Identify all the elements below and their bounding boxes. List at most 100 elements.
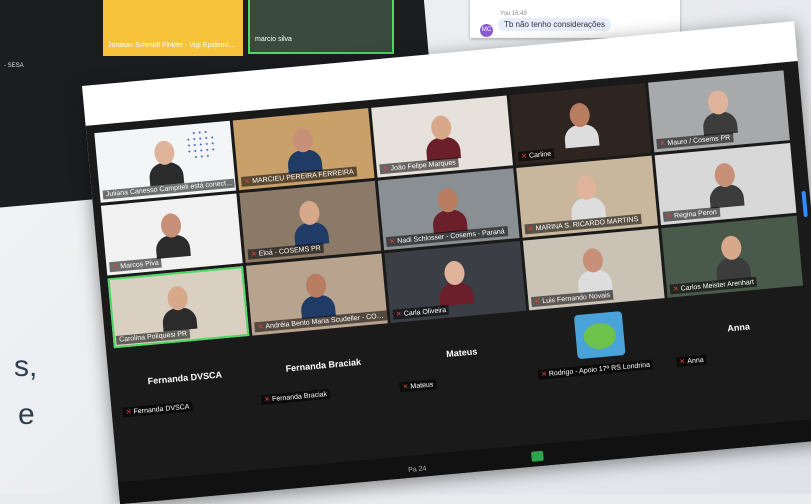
muted-mic-icon: ✕ [402, 383, 409, 392]
participant-tile[interactable]: ✕MARCIEU PEREIRA FERREIRA [232, 108, 375, 191]
participant-name-label: ✕Mauro / Cosems PR [656, 132, 734, 150]
zoom-screenshot-card: Juliana Canesso Campiteli está conect...… [82, 21, 811, 504]
participant-body [708, 183, 745, 209]
side-scroll-handle[interactable] [801, 190, 808, 218]
participant-display-name: Mateus [445, 346, 478, 360]
participant-video [707, 162, 745, 209]
participant-video [700, 89, 738, 136]
participant-name-label: ✕Eloá - COSEMS PR [247, 242, 325, 260]
toolbar-item[interactable]: Pa 24 [408, 465, 427, 474]
participant-name: Fernanda DVSCA [133, 403, 190, 416]
participant-body [438, 281, 475, 307]
muted-mic-icon: ✕ [534, 298, 541, 306]
participant-tile[interactable]: ✕Rodrigo - Apoio 17ª RS Londrina [529, 301, 672, 384]
participant-name: Rodrigo - Apoio 17ª RS Londrina [548, 361, 651, 378]
participant-body [154, 233, 191, 259]
muted-mic-icon: ✕ [665, 213, 673, 221]
avatar-figure-icon [582, 321, 617, 351]
participant-name-label: ✕Rodrigo - Apoio 17ª RS Londrina [537, 359, 654, 380]
muted-mic-icon: ✕ [527, 225, 535, 234]
muted-mic-icon: ✕ [112, 263, 119, 271]
participant-name-label: ✕Carla Oliveira [392, 304, 450, 320]
background-slide-text-1: s, [14, 350, 38, 383]
participant-display-name: Fernanda DVSCA [147, 369, 223, 387]
participant-tile[interactable]: ✕Carla Oliveira [384, 240, 527, 323]
participant-name-label: ✕Luis Fernando Novais [530, 289, 614, 308]
participant-video [575, 247, 613, 294]
muted-mic-icon: ✕ [540, 371, 548, 379]
participant-tile[interactable]: Mateus ✕Mateus [391, 313, 533, 396]
muted-mic-icon: ✕ [263, 396, 271, 404]
participant-body [161, 306, 198, 332]
participant-tile[interactable]: Anna ✕Anna [667, 288, 810, 371]
participant-name: Marcos Piva [120, 259, 160, 271]
participant-name-label: ✕Fernanda Braciak [260, 388, 331, 406]
background-slide-text-2: e [18, 398, 35, 431]
participant-video [568, 174, 607, 222]
participant-tile[interactable]: ✕Luis Fernando Novais [522, 228, 665, 311]
background-sesa-label: - SESA [4, 63, 24, 69]
participant-tile[interactable]: Carolina Poliquesi PR [107, 266, 250, 349]
participant-name-label: ✕Regina Peron [662, 206, 721, 222]
participant-name-label: ✕Anna [676, 354, 708, 368]
participant-video [430, 187, 468, 234]
participant-tile[interactable]: Juliana Canesso Campiteli está conect... [94, 120, 237, 203]
participant-body [148, 161, 185, 187]
participant-name: Carline [528, 150, 552, 160]
background-thumbnail-2 [248, 0, 394, 54]
muted-mic-icon: ✕ [382, 165, 389, 174]
chat-avatar: MC [480, 24, 493, 37]
chat-timestamp: You 16:49 [500, 11, 527, 17]
participant-tile[interactable]: ✕Carline [509, 82, 652, 165]
participant-tile[interactable]: Fernanda Braciak ✕Fernanda Braciak [252, 326, 395, 409]
participant-tile[interactable]: ✕Mauro / Cosems PR [648, 70, 790, 153]
participant-name-label: ✕Carlos Meister Arenhart [669, 276, 758, 295]
muted-mic-icon: ✕ [659, 140, 666, 148]
participant-name: Nadi Schlosser - Cosems - Paraná [396, 228, 505, 246]
participant-tile[interactable]: ✕Carlos Meister Arenhart [661, 215, 804, 298]
muted-mic-icon: ✕ [520, 152, 528, 161]
participant-name: Carlos Meister Arenhart [680, 278, 755, 293]
participant-tile[interactable]: Fernanda DVSCA ✕Fernanda DVSCA [114, 338, 256, 421]
chat-message: Tb não tenho considerações [498, 18, 611, 31]
participant-video [562, 102, 600, 149]
muted-mic-icon: ✕ [244, 178, 251, 186]
participant-name: Carolina Poliquesi PR [118, 330, 188, 344]
cosems-logo-icon [184, 128, 218, 161]
participant-video [160, 285, 198, 332]
participant-video [423, 114, 462, 162]
participant-video [291, 199, 330, 247]
participant-avatar-icon [573, 311, 626, 360]
muted-mic-icon: ✕ [672, 285, 680, 294]
participant-name: MARINA S. RICARDO MARTINS [535, 216, 639, 233]
participant-tile[interactable]: ✕Regina Peron [654, 143, 797, 226]
participant-display-name: Fernanda Braciak [285, 356, 362, 374]
participant-body [293, 221, 330, 247]
participant-tile[interactable]: ✕Marcos Piva [100, 193, 243, 276]
share-screen-icon[interactable] [531, 450, 544, 462]
participant-tile[interactable]: ✕Andréia Bento Maria Scudeller - COSE... [245, 253, 388, 336]
participant-name: Mateus [410, 381, 434, 391]
background-thumbnail-1-label: Jonatan Schmidt Finkler - Vigi Epidemi..… [108, 42, 234, 49]
participant-display-name: Anna [726, 321, 751, 334]
participant-video [153, 212, 191, 259]
participant-name-label: ✕Marcos Piva [109, 257, 163, 273]
participant-tile[interactable]: ✕João Felipe Marques [371, 95, 513, 178]
participant-name: Fernanda Braciak [271, 391, 328, 404]
participant-video [713, 234, 752, 282]
participant-name-label: ✕Fernanda DVSCA [122, 401, 193, 418]
participant-video [436, 260, 475, 307]
participant-name: Luis Fernando Novais [541, 292, 611, 306]
muted-mic-icon: ✕ [389, 238, 396, 246]
participant-tile[interactable]: ✕MARINA S. RICARDO MARTINS [516, 155, 659, 238]
participant-video [298, 272, 336, 320]
zoom-gallery-window: Juliana Canesso Campiteli está conect...… [85, 61, 811, 504]
participant-name: Mauro / Cosems PR [667, 134, 731, 148]
participant-name-label: ✕João Felipe Marques [379, 157, 460, 175]
participant-name-label: ✕Carline [517, 148, 555, 162]
participant-name: João Felipe Marques [390, 159, 457, 173]
participant-tile[interactable]: ✕Eloá - COSEMS PR [239, 180, 382, 263]
participant-video [146, 139, 185, 187]
participant-tile[interactable]: ✕Nadi Schlosser - Cosems - Paraná [377, 168, 520, 251]
participant-video [285, 127, 323, 174]
